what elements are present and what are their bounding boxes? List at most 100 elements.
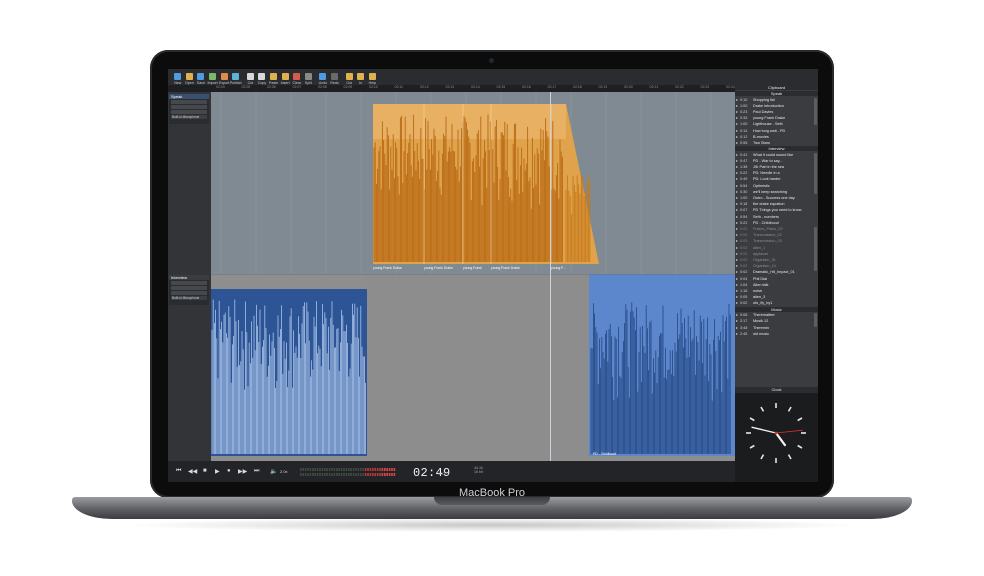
- meter-segment: [316, 468, 319, 471]
- audio-clip-blue[interactable]: [211, 274, 735, 461]
- section-scrollbar[interactable]: [814, 313, 817, 327]
- item-label: Transmission_03: [753, 239, 782, 244]
- meter-segment: [331, 468, 333, 471]
- ruler-tick: 02:14: [471, 85, 480, 89]
- export-button[interactable]: Export: [218, 73, 230, 85]
- meter-segment: [312, 473, 314, 476]
- import-button[interactable]: Import: [207, 73, 219, 85]
- section-scrollbar[interactable]: [814, 227, 817, 272]
- volume-slider[interactable]: [171, 100, 207, 104]
- meter-segment: [367, 468, 369, 471]
- item-label: noise: [753, 289, 763, 293]
- save-button[interactable]: Save: [195, 73, 207, 85]
- pan-slider[interactable]: [171, 286, 207, 290]
- split-icon: [304, 73, 312, 80]
- item-label: Two Stars: [753, 140, 770, 145]
- item-label: Shopping list: [753, 97, 775, 102]
- meter-segment: [369, 468, 372, 471]
- timeline-ruler[interactable]: 02:04 02:05 02:06 02:07 02:08 02:09 02:10 02:11…: [168, 85, 818, 92]
- meter-segment: [369, 473, 372, 476]
- meter-segment: [364, 473, 367, 476]
- undo-icon: [319, 73, 327, 80]
- item-label: Drake introduction: [753, 103, 784, 108]
- item-label: Organism_14: [753, 264, 776, 269]
- meter-segment: [343, 468, 345, 471]
- track-lane-interview[interactable]: PD - Childhood: [211, 274, 735, 461]
- clipboard-item[interactable]: ▸ 2:45 old music: [736, 331, 814, 337]
- track-options[interactable]: [171, 110, 207, 114]
- item-label: Theremin: [753, 325, 770, 330]
- clear-button[interactable]: Clear: [291, 73, 303, 85]
- clip-label: young Frank Drake: [424, 266, 453, 270]
- insert-button[interactable]: Insert: [279, 73, 291, 85]
- analog-clock: [744, 401, 808, 465]
- item-label: the drake equation: [753, 202, 785, 207]
- export-icon: [220, 73, 228, 80]
- meter-segment: [300, 468, 302, 471]
- stop-icon[interactable]: ■: [203, 468, 207, 474]
- track-header-interview[interactable]: Interview Built-in Microphone: [169, 275, 209, 305]
- volume-icon[interactable]: 🔈: [270, 468, 277, 475]
- section-header[interactable]: Interview: [735, 146, 818, 152]
- audio-clip-orange[interactable]: [211, 92, 735, 274]
- undo-button[interactable]: Undo: [317, 73, 329, 85]
- item-label: PD: Needle in a: [753, 171, 780, 176]
- split-button[interactable]: Split: [303, 73, 315, 85]
- skip-forward-icon[interactable]: ⏭: [254, 468, 259, 475]
- meter-segment: [362, 468, 364, 471]
- in-button[interactable]: In: [355, 73, 367, 85]
- ruler-tick: 02:19: [598, 85, 608, 89]
- item-label: Alien talk: [753, 282, 769, 287]
- meter-segment: [362, 473, 364, 476]
- publish-button[interactable]: Publish: [230, 73, 242, 85]
- playhead[interactable]: [550, 92, 551, 461]
- clip-label: PD - Childhood: [593, 452, 616, 456]
- help-icon: [368, 73, 376, 80]
- input-selector[interactable]: Built-in Microphone: [171, 115, 207, 119]
- track-options[interactable]: [171, 291, 207, 295]
- play-icon[interactable]: ▶: [215, 468, 220, 475]
- meter-segment: [393, 468, 396, 471]
- new-button[interactable]: New: [172, 73, 184, 85]
- volume-slider[interactable]: [171, 281, 207, 285]
- meter-segment: [352, 468, 355, 471]
- meter-segment: [379, 468, 381, 471]
- item-label: Seth - numbers: [753, 214, 779, 219]
- clear-icon: [293, 73, 301, 80]
- item-label: we'll keep searching: [753, 189, 788, 194]
- copy-button[interactable]: Copy: [256, 73, 268, 85]
- section-header[interactable]: Speak: [735, 91, 818, 96]
- meter-segment: [391, 468, 393, 471]
- meter-segment: [384, 473, 386, 476]
- open-button[interactable]: Open: [184, 73, 196, 85]
- ruler-tick: 02:12: [420, 85, 429, 89]
- track-header-speak[interactable]: Speak Built-in Microphone: [169, 94, 209, 124]
- cut-button[interactable]: Cut: [245, 73, 257, 85]
- section-scrollbar[interactable]: [814, 152, 817, 194]
- redo-button[interactable]: Redo: [329, 73, 341, 85]
- clip-label: young F...: [551, 266, 566, 270]
- meter-segment: [386, 468, 388, 471]
- loop-icon[interactable]: ●: [227, 468, 231, 474]
- app-screen: New Open Save Import Export Publish Cut Copy Pas…: [168, 69, 818, 482]
- new-icon: [174, 73, 182, 80]
- rewind-icon[interactable]: ◀◀: [188, 468, 197, 475]
- item-label: alien_3: [753, 295, 766, 300]
- pan-slider[interactable]: [171, 105, 207, 109]
- track-lane-speak[interactable]: young Frank Drake young Frank Drake youn…: [211, 92, 735, 274]
- track-name[interactable]: Speak: [169, 94, 209, 99]
- item-duration: 2:45: [740, 331, 748, 336]
- section-header[interactable]: Music: [735, 306, 818, 312]
- help-button[interactable]: Help: [367, 73, 379, 85]
- track-name[interactable]: Interview: [169, 275, 209, 280]
- fast-forward-icon[interactable]: ▶▶: [238, 468, 247, 475]
- skip-back-icon[interactable]: ⏮: [176, 468, 181, 475]
- input-selector[interactable]: Built-in Microphone: [171, 296, 207, 300]
- meter-segment: [384, 468, 386, 471]
- section-scrollbar[interactable]: [814, 97, 817, 125]
- paste-button[interactable]: Paste: [268, 73, 280, 85]
- meter-segment: [336, 473, 338, 476]
- level-meter: [300, 468, 396, 476]
- item-label: Paul Davies: [753, 109, 774, 114]
- out-button[interactable]: Out: [343, 73, 355, 85]
